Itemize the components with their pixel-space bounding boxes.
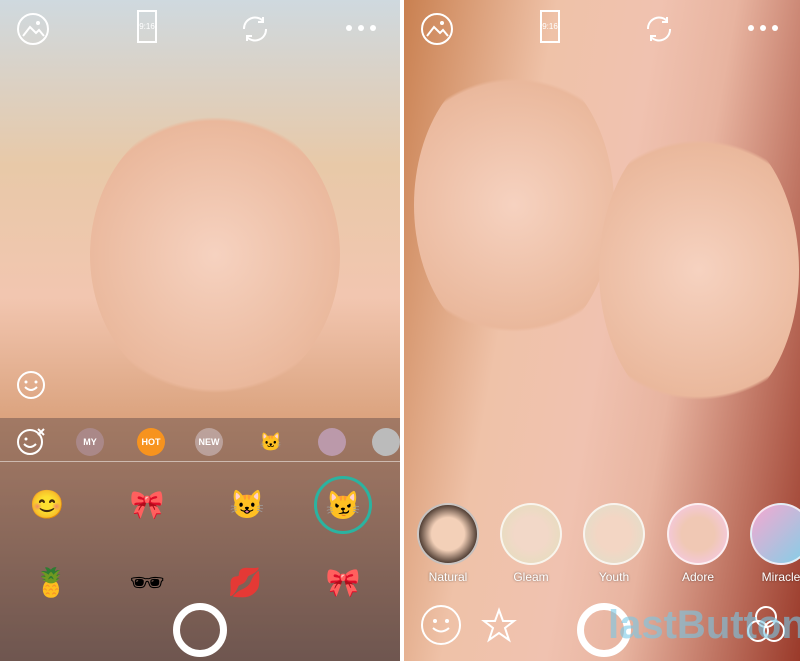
gallery-icon[interactable] — [16, 12, 50, 46]
filter-label: Youth — [598, 570, 630, 584]
aspect-ratio-button[interactable]: 9:16 — [540, 10, 560, 43]
filter-thumbnail — [417, 503, 479, 565]
sticker-cat-ears-red-selected[interactable]: 😼 — [314, 476, 372, 534]
filter-label: Adore — [681, 570, 715, 584]
face-remove-icon[interactable] — [16, 426, 46, 456]
sticker-bow-whiskers[interactable]: 🎀 — [120, 484, 174, 524]
filter-thumbnail — [583, 503, 645, 565]
sticker-emoji-swap[interactable]: 😊 — [20, 484, 74, 524]
filter-gleam[interactable]: Gleam — [496, 503, 566, 584]
filter-label: Natural — [428, 570, 468, 584]
filter-miracle[interactable]: Miracle — [746, 503, 800, 584]
filter-adore[interactable]: Adore — [663, 503, 733, 584]
sticker-polka-bow[interactable]: 🎀 — [316, 562, 370, 602]
camera-screen-stickers: 9:16 MY HOT NEW 🐱 😊 🎀 😺 😼 🍍 🕶 💋 🎀 — [0, 0, 400, 661]
filter-thumbnail — [750, 503, 800, 565]
tab-cat-whiskers[interactable]: 🐱 — [257, 428, 285, 456]
tab-new[interactable]: NEW — [195, 428, 223, 456]
tab-my[interactable]: MY — [76, 428, 104, 456]
camera-preview-face-1 — [414, 60, 614, 350]
face-beauty-icon[interactable] — [420, 604, 462, 646]
sparkle-star-icon[interactable] — [478, 604, 520, 646]
gallery-icon[interactable] — [420, 12, 454, 46]
filter-natural[interactable]: Natural — [413, 503, 483, 584]
filter-thumbnail — [667, 503, 729, 565]
tab-lion[interactable] — [318, 428, 346, 456]
sticker-cat-whiskers-blue[interactable]: 😺 — [220, 484, 274, 524]
shutter-button[interactable] — [173, 603, 227, 657]
tab-cat[interactable] — [372, 428, 400, 456]
aspect-ratio-button[interactable]: 9:16 — [137, 10, 157, 43]
filter-label: Miracle — [761, 570, 800, 584]
switch-camera-icon[interactable] — [642, 12, 676, 46]
sticker-pineapple[interactable]: 🍍 — [24, 562, 78, 602]
more-options-icon[interactable] — [346, 25, 376, 31]
sticker-sunglasses[interactable]: 🕶 — [120, 562, 174, 602]
sticker-lips[interactable]: 💋 — [218, 562, 272, 602]
filter-label: Gleam — [513, 570, 549, 584]
sticker-category-bar: MY HOT NEW 🐱 — [0, 418, 400, 462]
face-sparkle-icon[interactable] — [16, 370, 46, 400]
tab-hot[interactable]: HOT — [137, 428, 165, 456]
camera-preview-face-2 — [599, 120, 799, 420]
more-options-icon[interactable] — [748, 25, 778, 31]
camera-screen-filters: 9:16 Natural Gleam Youth Adore Miracle l… — [404, 0, 800, 661]
filter-youth[interactable]: Youth — [579, 503, 649, 584]
watermark: lastButton.ru — [608, 603, 800, 647]
camera-preview-face — [90, 110, 340, 400]
switch-camera-icon[interactable] — [238, 12, 272, 46]
filter-thumbnail — [500, 503, 562, 565]
